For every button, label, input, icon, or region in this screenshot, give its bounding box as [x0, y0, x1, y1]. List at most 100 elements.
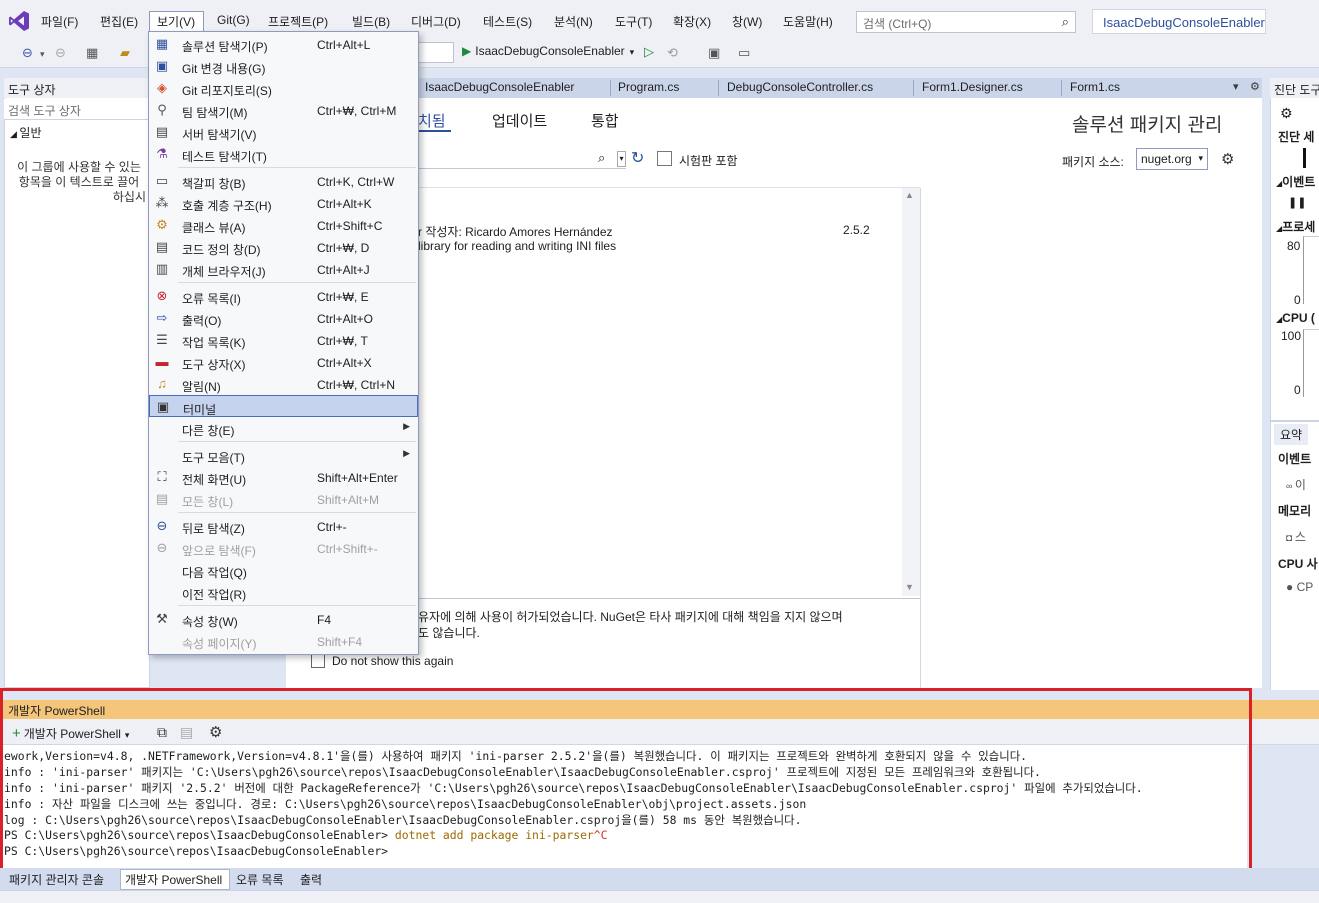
menu-item-all-windows[interactable]: ▤ 모든 창(L) Shift+Alt+M: [149, 488, 418, 510]
scroll-down-icon[interactable]: ▼: [905, 582, 914, 592]
team-explorer-icon: ⚲: [157, 102, 167, 117]
menu-item-task-list[interactable]: ☰ 작업 목록(K) Ctrl+₩, T: [149, 329, 418, 351]
menu-item-label: 이전 작업(R): [182, 588, 247, 602]
tab-package-manager-console[interactable]: 패키지 관리자 콘솔: [9, 871, 104, 888]
package-source-select[interactable]: nuget.org ▾: [1136, 148, 1208, 170]
open-folder-icon[interactable]: ▰: [120, 45, 130, 61]
menu-project[interactable]: 프로젝트(P): [268, 13, 328, 30]
process-memory-label: ◢프로세: [1276, 218, 1315, 235]
menu-item-toolbox[interactable]: ▬ 도구 상자(X) Ctrl+Alt+X: [149, 351, 418, 373]
navigate-forward-icon[interactable]: ⊖: [55, 45, 66, 61]
hot-reload-icon[interactable]: ⟲: [667, 45, 678, 61]
menu-item-error-list[interactable]: ⊗ 오류 목록(I) Ctrl+₩, E: [149, 285, 418, 307]
global-search-input[interactable]: 검색 (Ctrl+Q) ⌕: [856, 11, 1076, 33]
package-list-scrollbar[interactable]: [902, 188, 920, 596]
menu-view[interactable]: 보기(V): [157, 13, 195, 30]
refresh-icon[interactable]: ↻: [631, 148, 644, 168]
start-without-debugging-icon[interactable]: ▷: [644, 44, 654, 60]
summary-cpu-header: CPU 사: [1278, 557, 1318, 571]
menu-item-toolbars[interactable]: 도구 모음(T) ▶: [149, 444, 418, 466]
menu-item-code-definition[interactable]: ▤ 코드 정의 창(D) Ctrl+₩, D: [149, 236, 418, 258]
menu-file[interactable]: 파일(F): [41, 13, 78, 30]
nuget-tab-consolidate[interactable]: 통합: [591, 110, 619, 131]
toolbox-search-input[interactable]: 검색 도구 상자: [4, 99, 150, 120]
nuget-tab-browse[interactable]: 치됨: [418, 110, 446, 131]
summary-cpu-row[interactable]: ● CP: [1286, 580, 1313, 594]
chevron-down-icon[interactable]: ▾: [617, 151, 626, 167]
tab-separator: [610, 80, 611, 96]
menu-item-full-screen[interactable]: ⛶ 전체 화면(U) Shift+Alt+Enter: [149, 466, 418, 488]
nuget-search-input[interactable]: [418, 149, 626, 169]
tab-error-list[interactable]: 오류 목록: [236, 871, 284, 888]
summary-memory-row[interactable]: ◘ 스: [1286, 528, 1306, 545]
toolbox-group-general[interactable]: ◢ 일반: [10, 124, 42, 141]
menu-debug[interactable]: 디버그(D): [411, 13, 461, 30]
gear-icon[interactable]: ⚙: [1221, 150, 1234, 168]
class-view-icon: ⚙: [156, 217, 168, 232]
browser-link-icon[interactable]: ▣: [708, 45, 720, 61]
nuget-tab-updates[interactable]: 업데이트: [492, 110, 547, 131]
diagnostics-session-label: 진단 세: [1278, 130, 1315, 144]
tab-nuget-manager[interactable]: IsaacDebugConsoleEnabler: [425, 80, 574, 94]
navigate-back-icon[interactable]: ⊖: [22, 45, 33, 61]
menu-item-notifications[interactable]: ♫ 알림(N) Ctrl+₩, Ctrl+N: [149, 373, 418, 395]
menu-item-other-windows[interactable]: 다른 창(E) ▶: [149, 417, 418, 439]
prerelease-checkbox[interactable]: [657, 151, 672, 166]
package-author[interactable]: r 작성자: Ricardo Amores Hernández: [418, 223, 613, 240]
tab-program-cs[interactable]: Program.cs: [618, 80, 679, 94]
back-dropdown-icon[interactable]: ▾: [40, 49, 45, 60]
dont-show-again-checkbox[interactable]: [311, 654, 325, 668]
menu-item-bookmarks[interactable]: ▭ 책갈피 창(B) Ctrl+K, Ctrl+W: [149, 170, 418, 192]
tab-summary[interactable]: 요약: [1274, 424, 1309, 445]
menu-item-class-view[interactable]: ⚙ 클래스 뷰(A) Ctrl+Shift+C: [149, 214, 418, 236]
pause-icon[interactable]: ❚❚: [1288, 196, 1306, 209]
menu-item-properties-window[interactable]: ⚒ 속성 창(W) F4: [149, 608, 418, 630]
tab-separator: [718, 80, 719, 96]
scroll-up-icon[interactable]: ▲: [905, 190, 914, 200]
menu-item-navigate-back[interactable]: ⊖ 뒤로 탐색(Z) Ctrl+-: [149, 515, 418, 537]
menu-item-output[interactable]: ⇨ 출력(O) Ctrl+Alt+O: [149, 307, 418, 329]
search-icon[interactable]: ⌕: [598, 150, 605, 166]
new-project-icon[interactable]: ▦: [86, 45, 98, 61]
menu-item-previous-task[interactable]: 이전 작업(R): [149, 581, 418, 603]
menu-item-next-task[interactable]: 다음 작업(Q): [149, 559, 418, 581]
menu-edit[interactable]: 편집(E): [100, 13, 138, 30]
license-notice: 유자에 의해 사용이 허가되었습니다. NuGet은 타사 패키지에 대해 책임…: [418, 609, 898, 641]
menu-item-git-changes[interactable]: ▣ Git 변경 내용(G): [149, 55, 418, 77]
tab-developer-powershell[interactable]: 개발자 PowerShell: [125, 871, 222, 888]
menu-item-call-hierarchy[interactable]: ⁂ 호출 계층 구조(H) Ctrl+Alt+K: [149, 192, 418, 214]
menu-tools[interactable]: 도구(T): [615, 13, 652, 30]
menu-item-solution-explorer[interactable]: ▦ 솔루션 탐색기(P) Ctrl+Alt+L: [149, 33, 418, 55]
cpu-graph: [1303, 329, 1319, 397]
menu-item-team-explorer[interactable]: ⚲ 팀 탐색기(M) Ctrl+₩, Ctrl+M: [149, 99, 418, 121]
tab-list-dropdown-icon[interactable]: ▾: [1233, 80, 1239, 93]
menu-test[interactable]: 테스트(S): [483, 13, 532, 30]
solution-title: IsaacDebugConsoleEnabler: [1092, 9, 1266, 34]
code-definition-icon: ▤: [155, 239, 169, 254]
toolbox-group-label: 일반: [19, 126, 42, 140]
menu-item-property-pages[interactable]: 속성 페이지(Y) Shift+F4: [149, 630, 418, 652]
menu-help[interactable]: 도움말(H): [783, 13, 833, 30]
menu-item-object-browser[interactable]: ▥ 개체 브라우저(J) Ctrl+Alt+J: [149, 258, 418, 280]
menu-analyze[interactable]: 분석(N): [554, 13, 593, 30]
solution-platform-combo[interactable]: [418, 42, 454, 63]
start-debugging-button[interactable]: ▶ IsaacDebugConsoleEnabler ▾: [462, 44, 634, 58]
gear-icon[interactable]: ⚙: [1250, 80, 1260, 93]
menu-item-label: 개체 브라우저(J): [182, 265, 266, 279]
window-layout-icon[interactable]: ▭: [738, 45, 750, 61]
summary-events-row[interactable]: ∞ 이: [1286, 476, 1306, 493]
menu-item-test-explorer[interactable]: ⚗ 테스트 탐색기(T): [149, 143, 418, 165]
tab-output[interactable]: 출력: [300, 871, 322, 888]
menu-git[interactable]: Git(G): [217, 13, 250, 27]
menu-item-server-explorer[interactable]: ▤ 서버 탐색기(V): [149, 121, 418, 143]
menu-item-terminal[interactable]: ▣ 터미널: [149, 395, 418, 417]
menu-item-git-repository[interactable]: ◈ Git 리포지토리(S): [149, 77, 418, 99]
gear-icon[interactable]: ⚙: [1280, 105, 1293, 122]
menu-build[interactable]: 빌드(B): [352, 13, 390, 30]
tab-form1-cs[interactable]: Form1.cs: [1070, 80, 1120, 94]
menu-item-navigate-forward[interactable]: ⊖ 앞으로 탐색(F) Ctrl+Shift+-: [149, 537, 418, 559]
tab-form1-designer[interactable]: Form1.Designer.cs: [922, 80, 1023, 94]
menu-extensions[interactable]: 확장(X): [673, 13, 711, 30]
tab-debug-console-controller[interactable]: DebugConsoleController.cs: [727, 80, 873, 94]
menu-window[interactable]: 창(W): [732, 13, 762, 30]
